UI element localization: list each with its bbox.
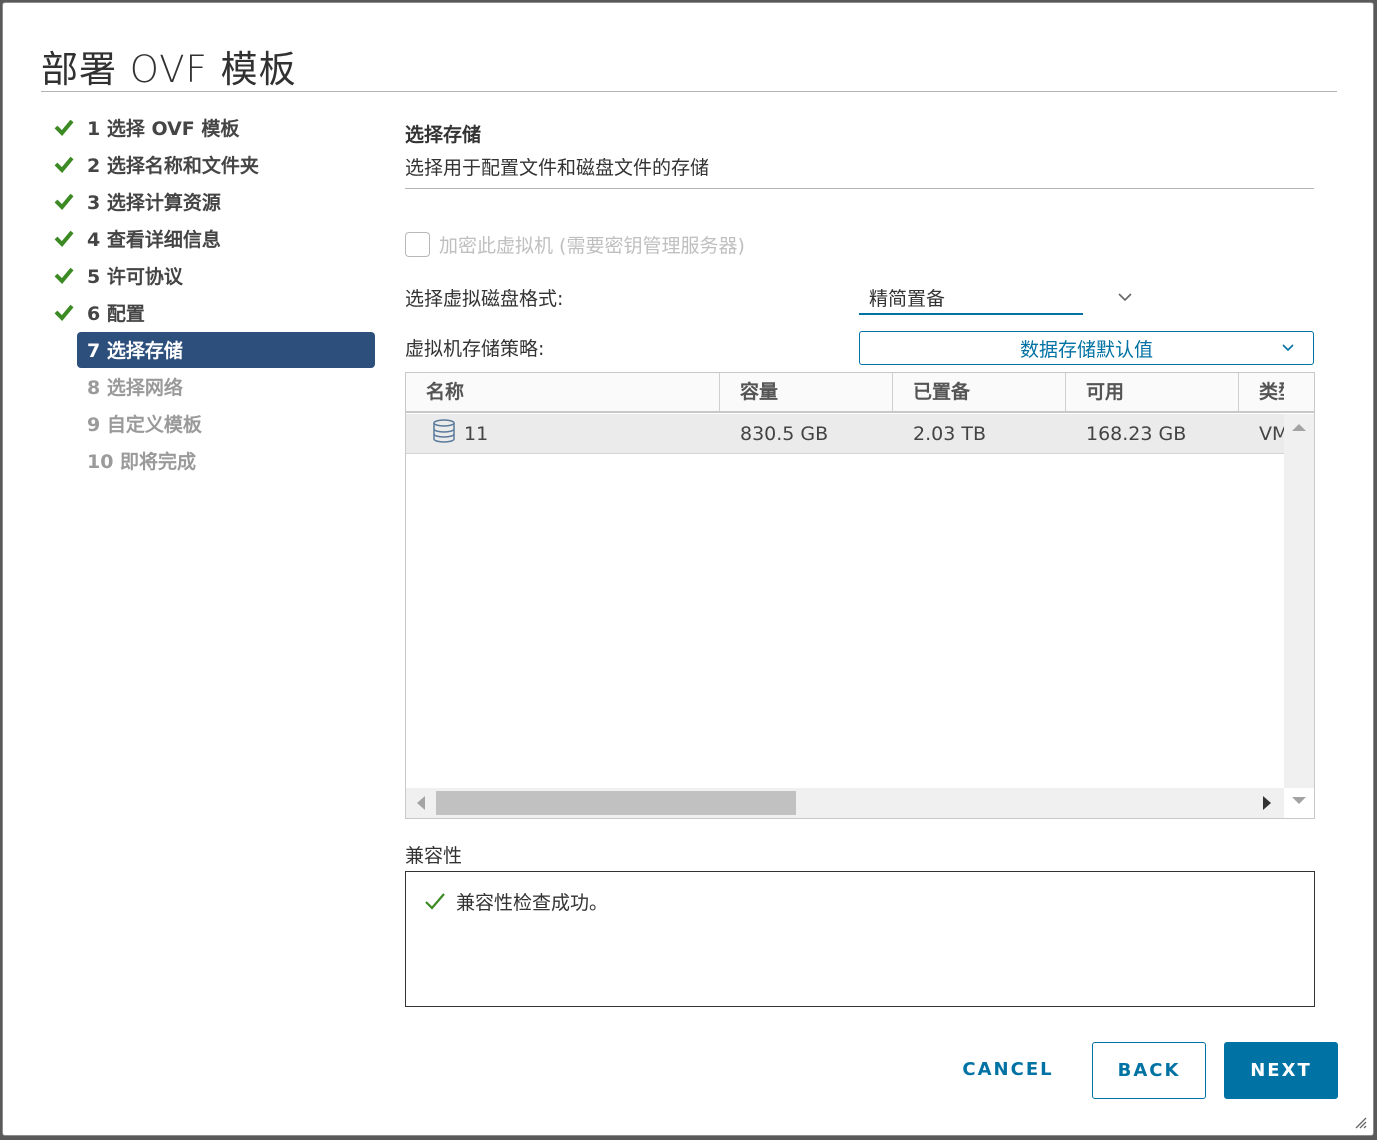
step-license[interactable]: 5 许可协议 xyxy=(43,257,377,294)
section-subtitle: 选择用于配置文件和磁盘文件的存储 xyxy=(405,157,710,179)
check-icon xyxy=(54,119,74,136)
check-icon xyxy=(54,156,74,173)
wizard-steps: 1 选择 OVF 模板 2 选择名称和文件夹 3 选择计算资源 4 查看详细信息… xyxy=(43,109,377,479)
datastore-icon xyxy=(433,418,455,443)
step-label: 4 查看详细信息 xyxy=(87,229,221,251)
step-label: 1 选择 OVF 模板 xyxy=(87,118,240,140)
cell-type: VMFS xyxy=(1259,423,1284,445)
cell-free: 168.23 GB xyxy=(1086,423,1187,445)
check-icon xyxy=(54,267,74,284)
cell-capacity: 830.5 GB xyxy=(740,423,829,445)
cancel-button[interactable]: CANCEL xyxy=(943,1042,1073,1099)
datastore-name: 11 xyxy=(464,423,489,445)
step-label: 10 即将完成 xyxy=(87,451,197,473)
column-header-name[interactable]: 名称 xyxy=(406,373,720,411)
column-header-provisioned[interactable]: 已置备 xyxy=(893,373,1066,411)
storage-policy-value: 数据存储默认值 xyxy=(1019,339,1153,361)
horizontal-scroll-thumb[interactable] xyxy=(436,791,796,815)
compatibility-message: 兼容性检查成功。 xyxy=(456,892,609,914)
section-title: 选择存储 xyxy=(405,124,482,146)
disk-format-underline xyxy=(859,313,1083,315)
step-label: 2 选择名称和文件夹 xyxy=(87,155,259,177)
step-ready-to-complete: 10 即将完成 xyxy=(43,442,377,479)
horizontal-scrollbar[interactable] xyxy=(406,788,1284,818)
disk-format-select[interactable]: 精简置备 xyxy=(859,281,1143,315)
encrypt-vm-option: 加密此虚拟机 (需要密钥管理服务器) xyxy=(405,231,745,258)
step-review-details[interactable]: 4 查看详细信息 xyxy=(43,220,377,257)
check-icon xyxy=(54,304,74,321)
cell-name: 11 xyxy=(406,414,720,454)
step-label: 9 自定义模板 xyxy=(87,414,202,436)
step-label: 6 配置 xyxy=(87,303,145,325)
encrypt-vm-label: 加密此虚拟机 (需要密钥管理服务器) xyxy=(439,235,745,257)
next-button[interactable]: NEXT xyxy=(1224,1042,1338,1099)
vertical-scrollbar[interactable] xyxy=(1284,414,1314,788)
deploy-ovf-dialog: 部署 OVF 模板 1 选择 OVF 模板 2 选择名称和文件夹 3 选择计算资… xyxy=(2,2,1374,1136)
title-divider xyxy=(41,91,1337,92)
compatibility-panel: 兼容性检查成功。 xyxy=(405,871,1315,1007)
step-select-network: 8 选择网络 xyxy=(43,368,377,405)
check-icon xyxy=(425,893,445,910)
disk-format-label: 选择虚拟磁盘格式: xyxy=(405,288,564,310)
dialog-title: 部署 OVF 模板 xyxy=(41,48,297,91)
step-label: 5 许可协议 xyxy=(87,266,183,288)
scroll-down-arrow[interactable] xyxy=(1292,797,1306,804)
step-label: 8 选择网络 xyxy=(87,377,183,399)
step-select-storage[interactable]: 7 选择存储 xyxy=(43,331,377,368)
disk-format-value: 精简置备 xyxy=(869,288,946,310)
step-compute-resource[interactable]: 3 选择计算资源 xyxy=(43,183,377,220)
cell-provisioned: 2.03 TB xyxy=(913,423,986,445)
step-name-folder[interactable]: 2 选择名称和文件夹 xyxy=(43,146,377,183)
step-label: 7 选择存储 xyxy=(87,340,183,362)
step-select-ovf[interactable]: 1 选择 OVF 模板 xyxy=(43,109,377,146)
storage-policy-select[interactable]: 数据存储默认值 xyxy=(859,331,1314,365)
chevron-down-icon xyxy=(1118,293,1132,302)
grid-header: 名称 容量 已置备 可用 类型 xyxy=(406,373,1314,413)
encrypt-vm-checkbox xyxy=(405,232,430,257)
column-header-capacity[interactable]: 容量 xyxy=(720,373,893,411)
column-header-free[interactable]: 可用 xyxy=(1066,373,1239,411)
chevron-down-icon xyxy=(1282,344,1294,352)
check-icon xyxy=(54,193,74,210)
scroll-up-arrow[interactable] xyxy=(1292,424,1306,431)
step-label: 3 选择计算资源 xyxy=(87,192,221,214)
compatibility-label: 兼容性 xyxy=(405,845,463,867)
scroll-left-arrow[interactable] xyxy=(417,796,425,810)
step-configuration[interactable]: 6 配置 xyxy=(43,294,377,331)
table-row[interactable]: 11 830.5 GB 2.03 TB 168.23 GB VMFS xyxy=(406,414,1284,454)
step-customize-template: 9 自定义模板 xyxy=(43,405,377,442)
section-divider xyxy=(405,188,1314,189)
column-header-type[interactable]: 类型 xyxy=(1239,373,1284,411)
check-icon xyxy=(54,230,74,247)
storage-policy-label: 虚拟机存储策略: xyxy=(405,338,545,360)
back-button[interactable]: BACK xyxy=(1092,1042,1206,1099)
datastore-grid: 名称 容量 已置备 可用 类型 11 830.5 GB 2.03 TB 168.… xyxy=(405,372,1315,819)
resize-handle-icon[interactable] xyxy=(1353,1115,1367,1129)
scroll-right-arrow[interactable] xyxy=(1263,796,1271,810)
